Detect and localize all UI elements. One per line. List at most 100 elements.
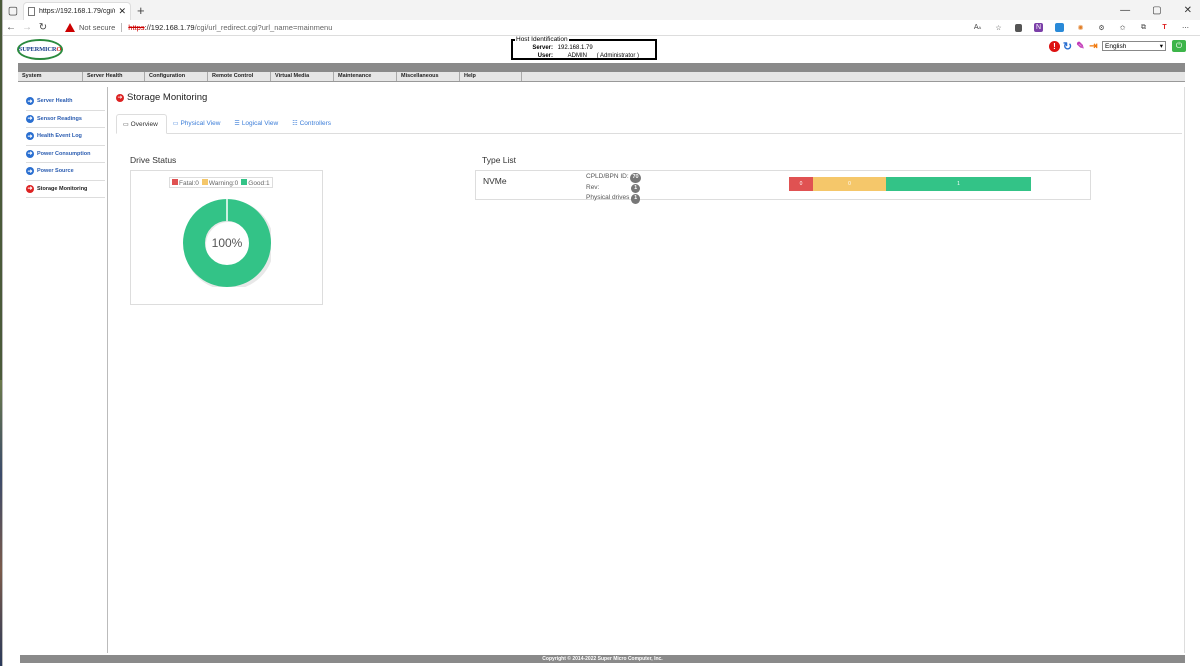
onenote-icon[interactable]: N xyxy=(1034,23,1043,32)
bar-segment-fatal[interactable]: 0 xyxy=(789,177,813,191)
sidebar-item-health-event-log[interactable]: ➜ Health Event Log xyxy=(26,128,105,146)
logout-icon[interactable]: ⇥ xyxy=(1088,40,1099,52)
drive-status-bar: 0 0 1 xyxy=(789,177,1031,191)
sidebar: ➜ Server Health ➜ Sensor Readings ➜ Health … xyxy=(20,87,108,653)
tab-title: https://192.168.1.79/cgi/url_redi xyxy=(39,8,115,15)
forward-arrow-icon[interactable]: → xyxy=(19,22,35,33)
footer: Copyright © 2014-2022 Super Micro Comput… xyxy=(20,655,1185,663)
server-value: 192.168.1.79 xyxy=(557,45,593,51)
favorites-icon[interactable]: ✩ xyxy=(1118,23,1127,32)
arrow-right-icon: ➜ xyxy=(26,132,34,141)
new-tab-icon[interactable]: + xyxy=(137,3,145,18)
type-list-title: Type List xyxy=(482,155,517,165)
drive-status-title: Drive Status xyxy=(130,155,177,165)
sidebar-item-label: Sensor Readings xyxy=(37,115,82,122)
legend-swatch xyxy=(172,178,178,185)
extensions-icon[interactable]: ⚙ xyxy=(1097,23,1106,32)
calendar-extension-icon[interactable] xyxy=(1055,23,1064,32)
close-icon[interactable]: ✕ xyxy=(118,6,126,17)
legend-good[interactable]: Good:1 xyxy=(241,178,270,187)
browser-toolbar-icons: AA ☆ N ✺ ⚙ ✩ ⧉ T ⋯ xyxy=(973,23,1200,32)
user-value: ADMIN xyxy=(567,53,588,59)
tab-logical-view[interactable]: ☰ Logical View xyxy=(228,114,286,134)
donut-percent-label: 100% xyxy=(212,236,243,250)
url-host: ://192.168.1.79 xyxy=(144,23,195,32)
menu-help[interactable]: Help xyxy=(460,72,522,81)
tab-actions-icon[interactable]: ▢ xyxy=(3,0,23,20)
menu-virtual-media[interactable]: Virtual Media xyxy=(271,72,334,81)
arrow-right-icon: ➜ xyxy=(26,97,34,106)
menu-miscellaneous[interactable]: Miscellaneous xyxy=(397,72,460,81)
sidebar-item-storage-monitoring[interactable]: ➜ Storage Monitoring xyxy=(26,181,105,198)
type-list-panel: NVMe CPLD/BPN ID: 70 Rev: 1 Physical dri… xyxy=(475,170,1091,204)
menu-maintenance[interactable]: Maintenance xyxy=(334,72,397,81)
user-row: User: ADMIN ( Administrator ) xyxy=(519,53,639,59)
logo-dot: O xyxy=(56,46,62,53)
tab-label: Physical View xyxy=(180,120,221,127)
minimize-icon[interactable]: — xyxy=(1120,5,1130,16)
menu-system[interactable]: System xyxy=(18,72,83,81)
page-title: ➜ Storage Monitoring xyxy=(116,92,207,103)
warning-triangle-icon[interactable] xyxy=(65,23,75,32)
tab-physical-view[interactable]: ▭ Physical View xyxy=(167,114,229,134)
bar-segment-warning[interactable]: 0 xyxy=(813,177,886,191)
drive-status-donut[interactable]: 100% xyxy=(183,199,271,287)
browser-window: ▢ https://192.168.1.79/cgi/url_redi ✕ + … xyxy=(2,0,1200,666)
collections-tab-icon[interactable]: ⧉ xyxy=(1139,23,1148,32)
legend-swatch xyxy=(201,178,208,185)
bar-segment-good[interactable]: 1 xyxy=(886,177,1031,191)
sidebar-item-label: Power Consumption xyxy=(37,150,91,157)
profile-icon[interactable]: T xyxy=(1160,23,1169,32)
sidebar-item-power-consumption[interactable]: ➜ Power Consumption xyxy=(26,146,105,163)
read-aloud-icon[interactable]: AA xyxy=(973,23,982,32)
url-scheme: https xyxy=(128,23,145,32)
app-header: SUPERMICR O Host Identification Server: 1… xyxy=(3,36,1200,63)
host-identification-box: Host Identification Server: 192.168.1.79… xyxy=(511,36,657,60)
refresh-icon[interactable]: ↻ xyxy=(35,22,51,33)
color-picker-icon[interactable]: ✺ xyxy=(1076,23,1085,32)
maximize-icon[interactable]: ▢ xyxy=(1152,5,1161,16)
menu-remote-control[interactable]: Remote Control xyxy=(208,72,271,81)
supermicro-logo[interactable]: SUPERMICR O xyxy=(17,39,63,60)
more-menu-icon[interactable]: ⋯ xyxy=(1181,23,1190,32)
drive-status-legend: Fatal:0 Warning:0 Good:1 xyxy=(169,177,273,188)
language-select[interactable]: English ▾ xyxy=(1102,41,1166,51)
legend-fatal[interactable]: Fatal:0 xyxy=(172,178,199,187)
collections-icon[interactable] xyxy=(1015,23,1022,32)
rev-badge: 1 xyxy=(631,183,641,194)
sidebar-item-power-source[interactable]: ➜ Power Source xyxy=(26,163,105,181)
back-arrow-icon[interactable]: ← xyxy=(3,22,19,33)
alert-icon[interactable]: ! xyxy=(1049,40,1060,52)
cpld-label: CPLD/BPN ID: xyxy=(586,173,629,180)
arrow-right-icon: ➜ xyxy=(26,184,34,193)
header-divider xyxy=(18,63,1185,72)
url-field[interactable]: https://192.168.1.79/cgi/url_redirect.cg… xyxy=(128,23,332,32)
tab-controllers[interactable]: ☷ Controllers xyxy=(286,114,339,134)
tab-label: Logical View xyxy=(241,120,279,127)
list-icon: ☷ xyxy=(292,121,298,127)
arrow-right-icon: ➜ xyxy=(116,93,124,102)
logo-text: SUPERMICR xyxy=(18,46,57,53)
refresh-page-icon[interactable]: ↻ xyxy=(1062,40,1073,53)
menu-configuration[interactable]: Configuration xyxy=(145,72,208,81)
legend-label: Good:1 xyxy=(248,179,270,187)
physical-drives-label: Physical drives xyxy=(586,194,630,202)
legend-swatch xyxy=(241,178,248,185)
browser-tab[interactable]: https://192.168.1.79/cgi/url_redi ✕ xyxy=(23,2,131,20)
favorite-add-icon[interactable]: ☆ xyxy=(994,23,1003,32)
tab-label: Controllers xyxy=(299,120,332,127)
sidebar-item-server-health[interactable]: ➜ Server Health xyxy=(26,93,105,111)
user-label: User: xyxy=(537,53,553,59)
not-secure-label[interactable]: Not secure xyxy=(79,23,115,32)
drive-icon: ▭ xyxy=(123,122,129,128)
sidebar-item-label: Health Event Log xyxy=(37,133,82,140)
window-close-icon[interactable]: ✕ xyxy=(1184,5,1192,16)
drive-status-panel: Fatal:0 Warning:0 Good:1 100% xyxy=(130,170,323,305)
legend-warning[interactable]: Warning:0 xyxy=(201,178,238,187)
power-icon[interactable]: ⏻ xyxy=(1172,40,1186,52)
sidebar-item-sensor-readings[interactable]: ➜ Sensor Readings xyxy=(26,111,105,128)
tab-overview[interactable]: ▭ Overview xyxy=(116,114,167,134)
user-role: ( Administrator ) xyxy=(596,53,640,59)
menu-server-health[interactable]: Server Health xyxy=(83,72,145,81)
pen-icon[interactable]: ✎ xyxy=(1075,40,1086,52)
